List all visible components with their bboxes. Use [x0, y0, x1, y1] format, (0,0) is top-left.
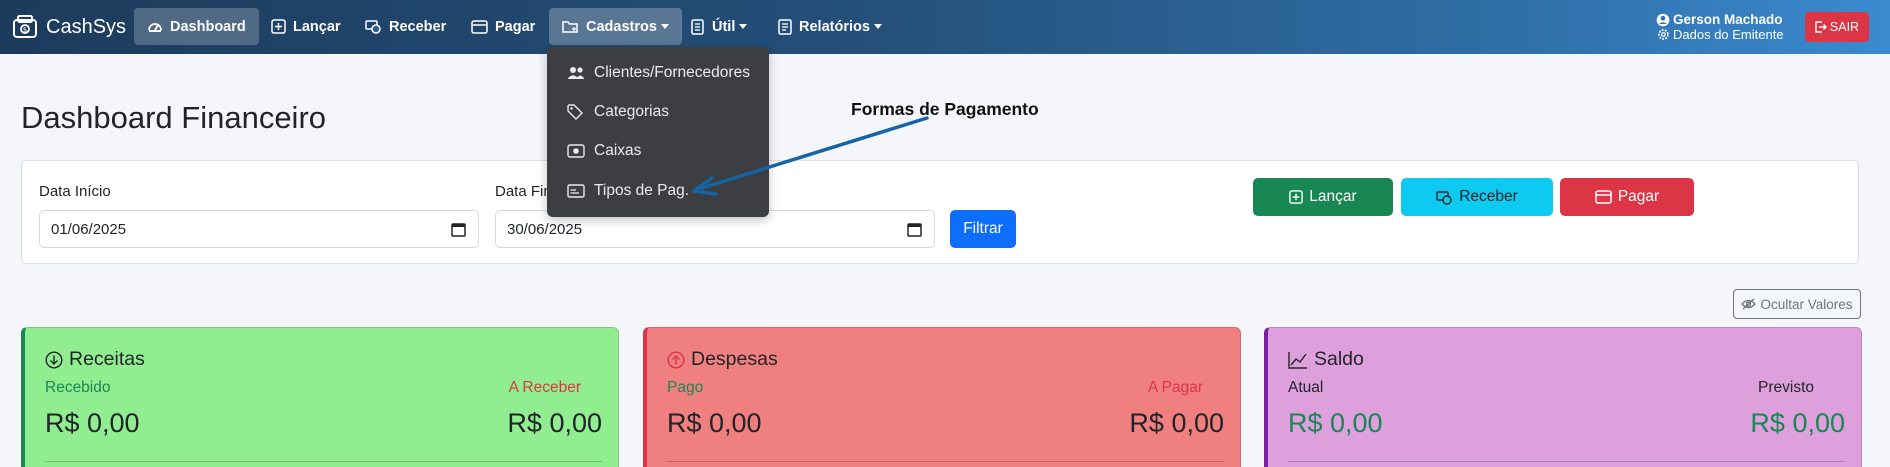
receber-button-label: Receber	[1459, 188, 1518, 205]
nav-util[interactable]: Útil	[677, 8, 760, 45]
user-name: Gerson Machado	[1673, 12, 1783, 27]
brand[interactable]: $ CashSys	[12, 0, 126, 54]
eye-slash-icon	[1741, 298, 1757, 310]
card-receitas: Receitas Recebido A Receber R$ 0,00 R$ 0…	[21, 327, 619, 467]
lancar-button-label: Lançar	[1309, 188, 1357, 205]
arrow-up-circle-icon	[667, 350, 685, 369]
graph-up-icon	[1288, 351, 1307, 369]
dropdown-item-label: Categorias	[594, 103, 669, 120]
a-receber-label: A Receber	[508, 379, 581, 396]
journal-icon	[691, 18, 704, 35]
folder-plus-icon	[562, 21, 578, 33]
previsto-label: Previsto	[1758, 379, 1814, 396]
start-date-input[interactable]: 01/06/2025	[39, 210, 479, 248]
dropdown-item-caixas[interactable]: Caixas	[547, 133, 769, 169]
divider	[45, 461, 602, 462]
arrow-down-circle-icon	[45, 350, 63, 369]
logout-label: SAIR	[1829, 20, 1860, 34]
pagar-button[interactable]: Pagar	[1560, 178, 1694, 216]
nav-dashboard[interactable]: Dashboard	[134, 8, 259, 45]
speedometer-icon	[148, 22, 162, 32]
cadastros-dropdown: Clientes/Fornecedores Categorias Caixas …	[547, 47, 769, 217]
logout-button[interactable]: SAIR	[1805, 12, 1869, 42]
caret-down-icon	[873, 24, 882, 29]
plus-square-icon	[271, 19, 286, 34]
cash-coin-icon	[1436, 190, 1452, 205]
divider	[667, 461, 1224, 462]
nav-pagar-label: Pagar	[495, 18, 536, 35]
atual-label: Atual	[1288, 379, 1324, 396]
nav-lancar-label: Lançar	[293, 18, 341, 35]
dropdown-item-label: Tipos de Pag.	[594, 182, 690, 199]
receber-button[interactable]: Receber	[1401, 178, 1553, 216]
card-saldo-title: Saldo	[1314, 348, 1364, 370]
dropdown-item-categorias[interactable]: Categorias	[547, 94, 769, 130]
card-saldo: Saldo Atual Previsto R$ 0,00 R$ 0,00	[1264, 327, 1862, 467]
a-pagar-value: R$ 0,00	[1129, 408, 1224, 438]
cash-icon	[567, 144, 585, 158]
dropdown-item-clientes[interactable]: Clientes/Fornecedores	[547, 55, 769, 91]
box-arrow-right-icon	[1815, 21, 1827, 33]
credit-card-2-icon	[567, 184, 585, 198]
start-date-label: Data Início	[39, 183, 111, 200]
calendar-icon[interactable]	[907, 222, 922, 237]
tags-icon	[567, 104, 583, 120]
nav-util-label: Útil	[712, 18, 736, 35]
calendar-icon[interactable]	[451, 222, 466, 237]
lancar-button[interactable]: Lançar	[1253, 178, 1393, 216]
nav-receber-label: Receber	[389, 18, 447, 35]
card-despesas: Despesas Pago A Pagar R$ 0,00 R$ 0,00	[643, 327, 1241, 467]
nav-lancar[interactable]: Lançar	[258, 8, 354, 45]
file-text-icon	[778, 18, 792, 35]
pagar-button-label: Pagar	[1617, 188, 1660, 205]
dropdown-item-label: Clientes/Fornecedores	[594, 64, 750, 81]
card-receitas-title: Receitas	[69, 348, 145, 370]
hide-values-label: Ocultar Valores	[1760, 296, 1853, 312]
filter-button[interactable]: Filtrar	[950, 210, 1016, 248]
end-date-value: 30/06/2025	[507, 220, 583, 238]
user-settings-link[interactable]: Dados do Emitente	[1673, 27, 1784, 42]
dropdown-item-label: Caixas	[594, 142, 642, 159]
pago-value: R$ 0,00	[667, 408, 762, 438]
nav-receber[interactable]: Receber	[352, 8, 459, 45]
nav-cadastros[interactable]: Cadastros	[549, 8, 682, 45]
atual-value: R$ 0,00	[1288, 408, 1383, 438]
dropdown-item-tipos-pag[interactable]: Tipos de Pag.	[547, 173, 769, 209]
divider	[1288, 461, 1845, 462]
people-icon	[567, 67, 585, 79]
recebido-value: R$ 0,00	[45, 408, 140, 438]
brand-name: CashSys	[46, 15, 127, 38]
start-date-value: 01/06/2025	[51, 220, 127, 238]
filter-card: Data Início 01/06/2025 Data Fim 30/06/20…	[21, 160, 1859, 264]
nav-relatorios[interactable]: Relatórios	[765, 8, 895, 45]
nav-dashboard-label: Dashboard	[170, 18, 246, 35]
nav-cadastros-label: Cadastros	[586, 18, 657, 35]
plus-square-icon	[1289, 190, 1304, 204]
annotation-label: Formas de Pagamento	[851, 99, 1039, 119]
nav-pagar[interactable]: Pagar	[458, 8, 548, 45]
nav-relatorios-label: Relatórios	[799, 18, 870, 35]
user-info[interactable]: Gerson Machado Dados do Emitente	[1656, 12, 1784, 42]
credit-card-icon	[1595, 190, 1612, 204]
a-pagar-label: A Pagar	[1147, 379, 1203, 396]
cash-coin-icon	[365, 20, 381, 34]
caret-down-icon	[660, 24, 669, 29]
recebido-label: Recebido	[45, 379, 111, 396]
cash-register-icon: $	[13, 15, 37, 38]
hide-values-button[interactable]: Ocultar Valores	[1733, 289, 1861, 319]
card-despesas-title: Despesas	[691, 348, 778, 370]
caret-down-icon	[739, 24, 748, 29]
person-circle-icon	[1656, 13, 1670, 26]
gear-icon	[1658, 29, 1669, 40]
svg-text:$: $	[23, 26, 27, 34]
credit-card-icon	[471, 19, 488, 34]
page-title: Dashboard Financeiro	[21, 100, 327, 135]
filter-button-label: Filtrar	[963, 220, 1003, 237]
a-receber-value: R$ 0,00	[507, 408, 602, 438]
previsto-value: R$ 0,00	[1750, 408, 1845, 438]
pago-label: Pago	[667, 379, 704, 396]
